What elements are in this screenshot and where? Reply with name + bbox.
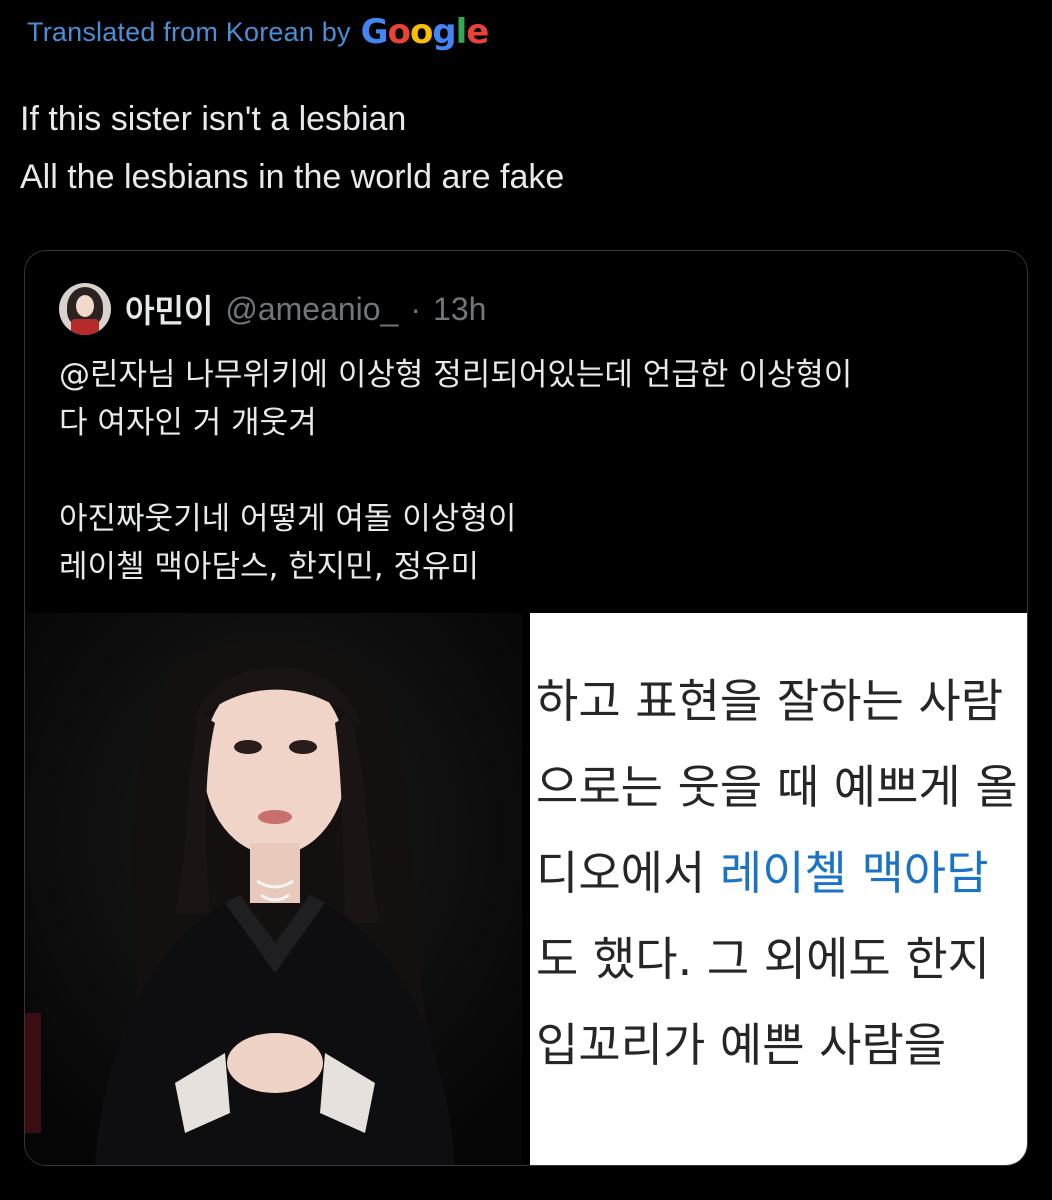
document-link[interactable]: 레이첼 맥아담 xyxy=(720,846,989,900)
document-line: 입꼬리가 예쁜 사람을 xyxy=(536,1009,946,1075)
tweet-text-line: All the lesbians in the world are fake xyxy=(20,158,565,196)
document-line: 으로는 웃을 때 예쁘게 올 xyxy=(536,751,1018,817)
translation-banner[interactable]: Translated from Korean by G o o g l e xyxy=(27,10,490,54)
quoted-tweet-text: @린자님 나무위키에 이상형 정리되어있는데 언급한 이상형이 다 여자인 거 … xyxy=(59,351,852,591)
avatar-face xyxy=(76,295,94,317)
document-line-text: 입꼬리가 예쁜 사람을 xyxy=(536,1018,947,1072)
media-grid: 하고 표현을 잘하는 사람 으로는 웃을 때 예쁘게 올 디오에서 레이첼 맥아… xyxy=(25,613,1027,1165)
quoted-text-line: 아진짜웃기네 어떻게 여돌 이상형이 xyxy=(59,501,517,537)
tweet-text-line: If this sister isn't a lesbian xyxy=(20,100,407,138)
google-logo-letter: o xyxy=(387,12,411,52)
quoted-tweet-header: 아민이 @ameanio_ · 13h xyxy=(59,283,486,335)
quoted-tweet-card[interactable]: 아민이 @ameanio_ · 13h @린자님 나무위키에 이상형 정리되어있… xyxy=(24,250,1028,1166)
quoted-text-line: @린자님 나무위키에 이상형 정리되어있는데 언급한 이상형이 xyxy=(59,357,853,393)
media-photo[interactable] xyxy=(25,613,522,1165)
google-logo: G o o g l e xyxy=(360,12,490,52)
avatar[interactable] xyxy=(59,283,111,335)
timestamp[interactable]: 13h xyxy=(433,291,486,328)
avatar-cake xyxy=(71,319,99,335)
media-divider xyxy=(522,613,530,1165)
document-line: 하고 표현을 잘하는 사람 xyxy=(536,665,1003,731)
google-logo-letter: e xyxy=(466,12,489,52)
media-document-screenshot[interactable]: 하고 표현을 잘하는 사람 으로는 웃을 때 예쁘게 올 디오에서 레이첼 맥아… xyxy=(530,613,1027,1165)
document-line-text: 디오에서 xyxy=(536,846,720,900)
document-line-text: 하고 표현을 잘하는 사람 xyxy=(536,674,1004,728)
display-name[interactable]: 아민이 xyxy=(125,286,213,332)
tweet-text: If this sister isn't a lesbian All the l… xyxy=(20,90,564,206)
document-line-text: 으로는 웃을 때 예쁘게 올 xyxy=(536,760,1018,814)
user-handle[interactable]: @ameanio_ xyxy=(225,291,398,328)
woman-portrait-image xyxy=(25,613,522,1165)
translation-label[interactable]: Translated from Korean by xyxy=(27,17,351,48)
separator-dot: · xyxy=(410,290,422,327)
document-line: 디오에서 레이첼 맥아담 xyxy=(536,837,988,903)
google-logo-letter: o xyxy=(409,12,433,52)
document-line: 도 했다. 그 외에도 한지 xyxy=(536,923,990,989)
google-logo-letter: g xyxy=(432,12,456,52)
quoted-text-line: 다 여자인 거 개웃겨 xyxy=(59,405,317,441)
quoted-text-line: 레이첼 맥아담스, 한지민, 정유미 xyxy=(59,549,480,585)
google-logo-letter: l xyxy=(455,12,468,52)
document-line-text: 도 했다. 그 외에도 한지 xyxy=(536,932,990,986)
google-logo-letter: G xyxy=(360,12,389,52)
